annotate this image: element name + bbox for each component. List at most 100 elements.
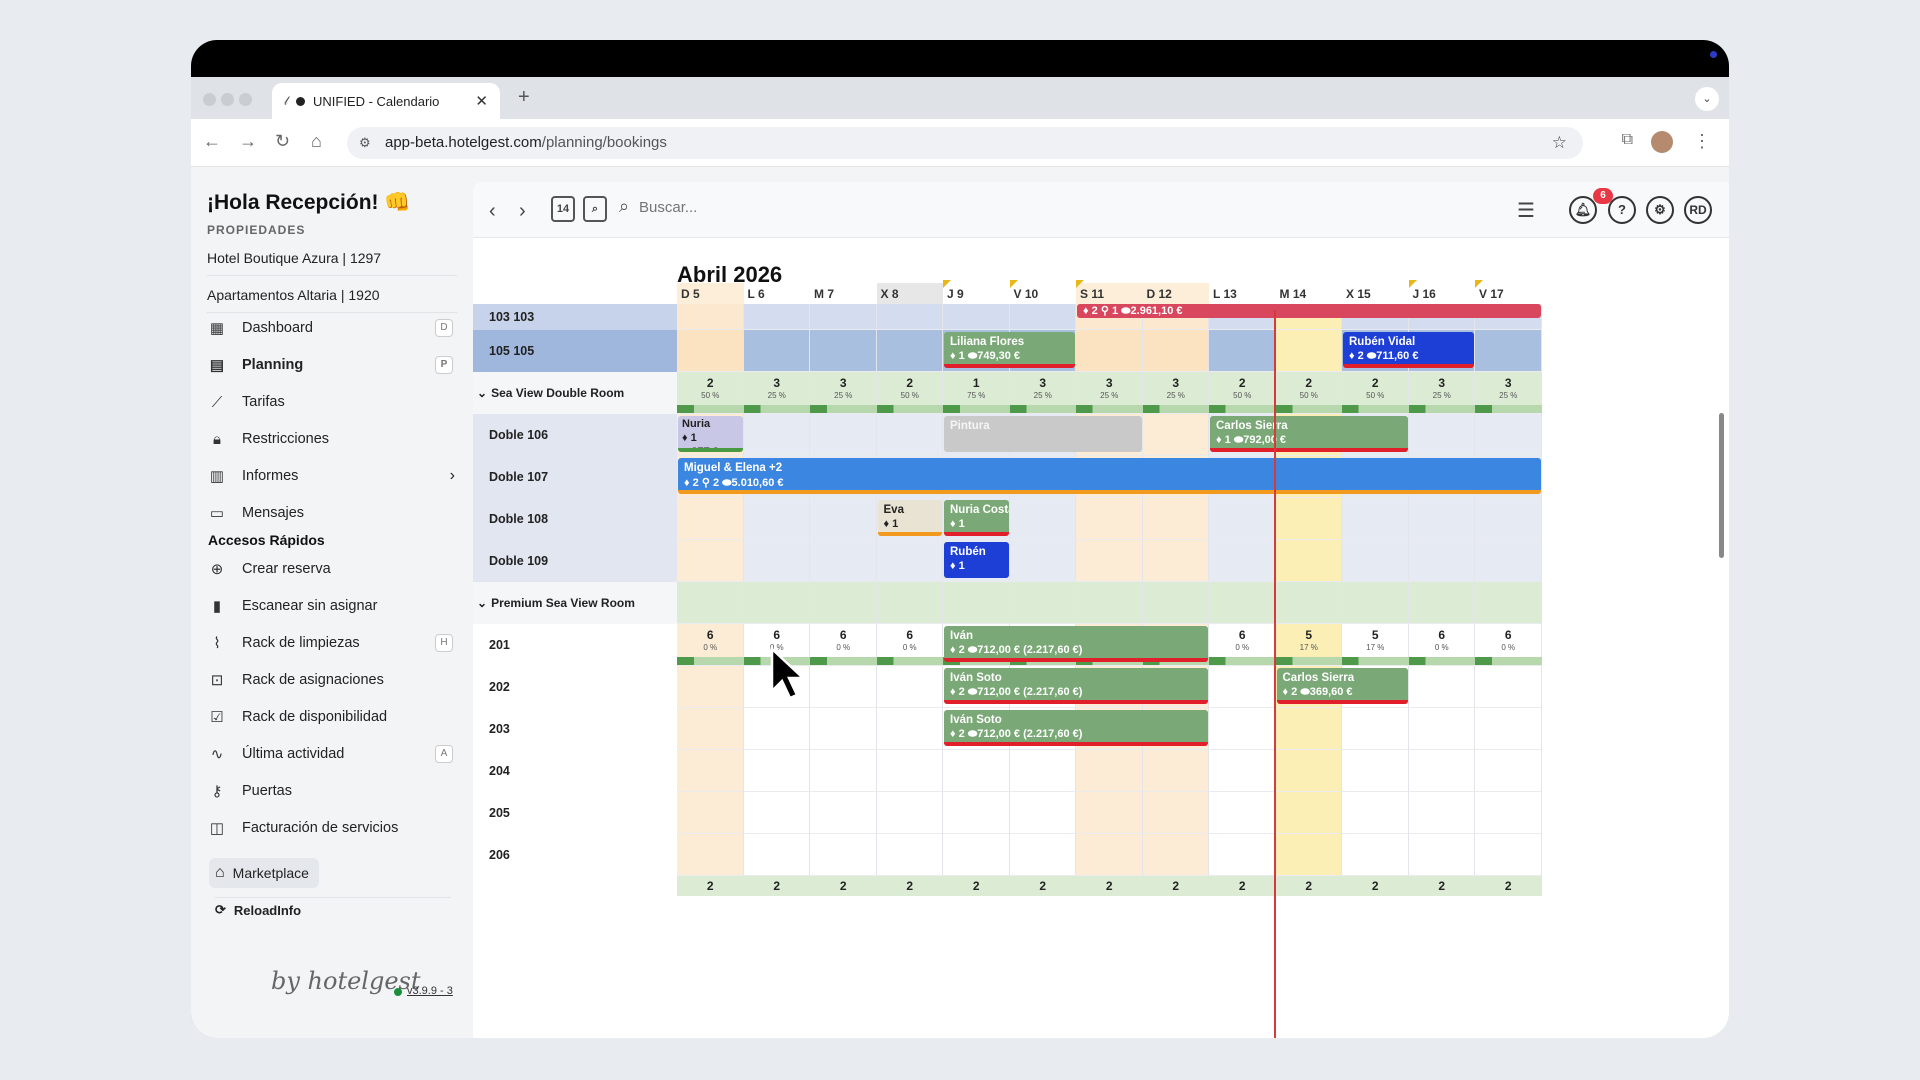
day-cell[interactable]: [1209, 834, 1276, 876]
day-cell[interactable]: [1408, 414, 1475, 456]
window-zoom-dot[interactable]: [239, 93, 252, 106]
booking-block[interactable]: Rubén ♦ 1: [944, 542, 1009, 578]
day-cell[interactable]: [876, 834, 943, 876]
notifications-button[interactable]: 🔔︎: [1569, 196, 1597, 224]
scrollbar[interactable]: [1719, 413, 1724, 558]
day-cell[interactable]: [1009, 498, 1076, 540]
day-cell[interactable]: [1275, 708, 1342, 750]
day-cell[interactable]: [1142, 498, 1209, 540]
day-cell[interactable]: [1209, 330, 1276, 372]
day-cell[interactable]: [1408, 708, 1475, 750]
day-cell[interactable]: [1408, 498, 1475, 540]
new-tab-icon[interactable]: +: [518, 86, 530, 109]
room-row-label[interactable]: 203: [473, 708, 677, 750]
day-cell[interactable]: [1475, 414, 1542, 456]
group-row-label[interactable]: ⌄ Sea View Double Room: [473, 372, 677, 414]
day-cell[interactable]: [1475, 750, 1542, 792]
day-cell[interactable]: [810, 304, 877, 330]
booking-block[interactable]: Iván Soto ♦ 2 ⬬712,00 € (2.217,60 €): [944, 668, 1208, 704]
day-cell[interactable]: [1408, 750, 1475, 792]
back-icon[interactable]: ←: [203, 131, 221, 152]
version-link[interactable]: v3.9.9 - 3: [407, 985, 453, 997]
day-cell[interactable]: [1209, 498, 1276, 540]
booking-block[interactable]: Nuria Costa ♦ 1: [944, 500, 1009, 536]
room-row-label[interactable]: Doble 107: [473, 456, 677, 498]
quick-item-escanear[interactable]: ▮ Escanear sin asignar: [207, 591, 463, 621]
day-cell[interactable]: [677, 834, 744, 876]
browser-menu-icon[interactable]: ⋮: [1693, 131, 1711, 152]
day-cell[interactable]: [1342, 834, 1409, 876]
day-cell[interactable]: [743, 750, 810, 792]
browser-tab[interactable]: 𝓁 UNIFIED - Calendario ✕: [272, 83, 500, 119]
booking-block[interactable]: Carlos Sierra ♦ 2 ⬬369,60 €: [1276, 668, 1408, 704]
user-avatar[interactable]: RD: [1684, 196, 1712, 224]
next-icon[interactable]: ›: [519, 200, 526, 223]
booking-block[interactable]: Nuria ♦ 1 ⬬877,2: [678, 416, 743, 452]
room-row-label[interactable]: 202: [473, 666, 677, 708]
day-cell[interactable]: [1142, 414, 1209, 456]
day-cell[interactable]: [743, 792, 810, 834]
address-bar[interactable]: ⚙ app-beta.hotelgest.com/planning/bookin…: [347, 127, 1583, 159]
day-cell[interactable]: [1009, 834, 1076, 876]
day-cell[interactable]: [943, 304, 1010, 330]
room-row-label[interactable]: Doble 108: [473, 498, 677, 540]
prev-icon[interactable]: ‹: [489, 200, 496, 223]
day-cell[interactable]: [743, 304, 810, 330]
day-cell[interactable]: [743, 498, 810, 540]
day-cell[interactable]: [1209, 708, 1276, 750]
day-cell[interactable]: [677, 498, 744, 540]
day-cell[interactable]: [677, 792, 744, 834]
marketplace-button[interactable]: ⌂ Marketplace: [209, 858, 319, 888]
day-cell[interactable]: [677, 750, 744, 792]
day-cell[interactable]: [876, 750, 943, 792]
room-row-label[interactable]: 103 103: [473, 304, 677, 330]
day-cell[interactable]: [810, 792, 877, 834]
day-cell[interactable]: [1342, 750, 1409, 792]
day-cell[interactable]: [1275, 498, 1342, 540]
day-cell[interactable]: [810, 750, 877, 792]
day-cell[interactable]: [1342, 498, 1409, 540]
room-row-label[interactable]: Doble 106: [473, 414, 677, 456]
extensions-icon[interactable]: ⧉: [1622, 131, 1633, 149]
day-cell[interactable]: [1076, 834, 1143, 876]
day-cell[interactable]: [743, 330, 810, 372]
day-cell[interactable]: [1209, 540, 1276, 582]
day-cell[interactable]: [1275, 330, 1342, 372]
day-cell[interactable]: [810, 834, 877, 876]
day-cell[interactable]: [1475, 834, 1542, 876]
day-cell[interactable]: [876, 304, 943, 330]
day-cell[interactable]: [810, 540, 877, 582]
day-cell[interactable]: [810, 414, 877, 456]
sidebar-item-planning[interactable]: ▤ Planning P: [207, 350, 463, 380]
help-button[interactable]: ?: [1608, 196, 1636, 224]
day-cell[interactable]: [1275, 540, 1342, 582]
day-cell[interactable]: [810, 666, 877, 708]
bookmark-star-icon[interactable]: ☆: [1552, 127, 1567, 159]
sidebar-item-informes[interactable]: ▥ Informes ›: [207, 461, 463, 491]
day-cell[interactable]: [1408, 792, 1475, 834]
day-cell[interactable]: [1475, 540, 1542, 582]
day-cell[interactable]: [876, 330, 943, 372]
day-cell[interactable]: [1209, 666, 1276, 708]
day-cell[interactable]: [1475, 792, 1542, 834]
sidebar-item-tarifas[interactable]: ⟋ Tarifas: [207, 387, 463, 417]
forward-icon[interactable]: →: [239, 131, 257, 152]
room-row-label[interactable]: 201: [473, 624, 677, 666]
day-cell[interactable]: [1275, 792, 1342, 834]
booking-block[interactable]: Iván ♦ 2 ⬬712,00 € (2.217,60 €): [944, 626, 1208, 662]
day-cell[interactable]: [743, 834, 810, 876]
day-cell[interactable]: [1009, 304, 1076, 330]
booking-block[interactable]: Rubén Vidal ♦ 2 ⬬711,60 €: [1343, 332, 1474, 368]
quick-item-facturacion[interactable]: ◫ Facturación de servicios: [207, 813, 463, 843]
day-cell[interactable]: [1342, 708, 1409, 750]
day-cell[interactable]: [677, 330, 744, 372]
day-cell[interactable]: [1342, 792, 1409, 834]
day-cell[interactable]: [743, 414, 810, 456]
reload-icon[interactable]: ↻: [275, 131, 290, 152]
window-minimize-dot[interactable]: [221, 93, 234, 106]
search-input[interactable]: [639, 199, 839, 216]
window-close-dot[interactable]: [203, 93, 216, 106]
day-cell[interactable]: [876, 414, 943, 456]
day-cell[interactable]: [1009, 540, 1076, 582]
day-cell[interactable]: [943, 792, 1010, 834]
